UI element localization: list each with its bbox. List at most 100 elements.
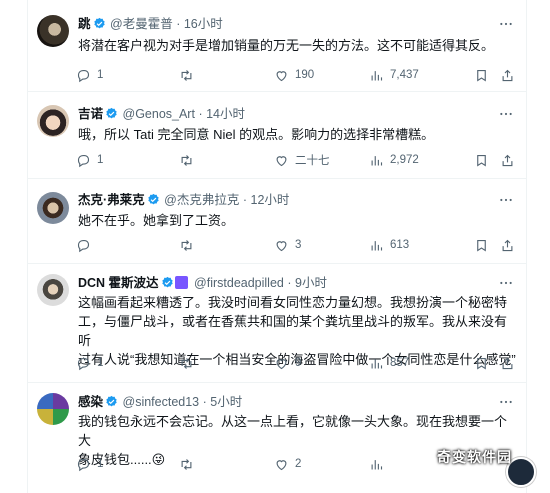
tweet[interactable]: 杰克·弗莱克 @杰克弗拉克 · 12小时 她不在乎。她拿到了工资。 3 613	[28, 179, 526, 264]
like-icon	[274, 356, 289, 371]
bookmark-icon	[474, 238, 489, 253]
tweet-text: 将潜在客户视为对手是增加销量的万无一失的方法。这不可能适得其反。	[78, 38, 495, 53]
author-name[interactable]: 跳	[78, 17, 91, 31]
retweet-button[interactable]	[179, 353, 200, 373]
view-count: 7,437	[390, 69, 419, 81]
verified-icon	[147, 193, 160, 206]
like-count: 2	[295, 458, 302, 470]
share-button[interactable]	[500, 235, 515, 255]
reply-icon	[76, 153, 91, 168]
retweet-button[interactable]	[179, 454, 200, 474]
tweet[interactable]: 吉诺 @Genos_Art · 14小时 哦，所以 Tati 完全同意 Niel…	[28, 92, 526, 179]
views-button[interactable]: 613	[369, 235, 409, 255]
tweet[interactable]: DCN 霍斯波达 @firstdeadpilled · 9小时 这幅画看起来糟透…	[28, 264, 526, 383]
bookmark-button[interactable]	[474, 65, 489, 85]
share-icon	[500, 153, 515, 168]
retweet-icon	[179, 457, 194, 472]
views-icon	[369, 457, 384, 472]
author-handle[interactable]: @Genos_Art	[123, 107, 195, 121]
views-button[interactable]: 857	[369, 353, 409, 373]
verified-icon	[105, 395, 118, 408]
reply-button[interactable]: 1	[76, 454, 103, 474]
views-button[interactable]: 7,437	[369, 65, 419, 85]
separator: ·	[202, 395, 207, 409]
views-button[interactable]: 2,972	[369, 150, 419, 170]
author-handle[interactable]: @杰克弗拉克	[164, 193, 239, 207]
reply-button[interactable]: 1	[76, 150, 103, 170]
retweet-button[interactable]	[179, 235, 200, 255]
more-icon[interactable]	[498, 275, 514, 291]
author-handle[interactable]: @sinfected13	[123, 395, 200, 409]
like-button[interactable]: 2	[274, 454, 301, 474]
tweet-header: DCN 霍斯波达 @firstdeadpilled · 9小时	[78, 275, 327, 291]
share-button[interactable]	[500, 65, 515, 85]
bookmark-button[interactable]	[474, 353, 489, 373]
affiliate-badge	[174, 276, 188, 289]
timestamp[interactable]: 12小时	[251, 193, 290, 207]
like-icon	[274, 153, 289, 168]
like-button[interactable]: 3	[274, 235, 301, 255]
verified-icon	[105, 107, 118, 120]
like-icon	[274, 68, 289, 83]
action-bar: 1 190 7,437	[72, 65, 518, 85]
views-button[interactable]	[369, 454, 384, 474]
bookmark-icon	[474, 356, 489, 371]
author-name[interactable]: 吉诺	[78, 107, 103, 121]
separator: ·	[198, 107, 203, 121]
action-bar: 3 613	[72, 235, 518, 255]
action-bar: 1 二十七 2,972	[72, 150, 518, 170]
retweet-icon	[179, 238, 194, 253]
bookmark-button[interactable]	[474, 150, 489, 170]
share-button[interactable]	[500, 353, 515, 373]
more-icon[interactable]	[498, 192, 514, 208]
more-icon[interactable]	[498, 394, 514, 410]
reply-button[interactable]: 1	[76, 65, 103, 85]
verified-icon	[93, 17, 106, 30]
view-count: 613	[390, 239, 410, 251]
reply-button[interactable]	[76, 235, 97, 255]
author-handle[interactable]: @老曼霍普	[110, 17, 173, 31]
avatar[interactable]	[37, 192, 69, 224]
tweet-text-line: 我的钱包永远不会忘记。从这一点上看，它就像一头大象。现在我想要一个大	[78, 414, 508, 448]
avatar[interactable]	[37, 393, 69, 425]
like-button[interactable]: 二十七	[274, 150, 330, 170]
retweet-button[interactable]	[179, 65, 200, 85]
avatar[interactable]	[37, 105, 69, 137]
author-name[interactable]: 感染	[78, 395, 103, 409]
share-button[interactable]	[500, 150, 515, 170]
author-name[interactable]: DCN 霍斯波达	[78, 276, 159, 290]
share-icon	[500, 356, 515, 371]
views-icon	[369, 68, 384, 83]
timestamp[interactable]: 5小时	[210, 395, 242, 409]
like-button[interactable]: 9	[274, 353, 301, 373]
bookmark-icon	[474, 68, 489, 83]
retweet-icon	[179, 68, 194, 83]
tweet[interactable]: 跳 @老曼霍普 · 16小时 将潜在客户视为对手是增加销量的万无一失的方法。这不…	[28, 0, 526, 92]
avatar[interactable]	[37, 15, 69, 47]
like-count: 3	[295, 239, 302, 251]
share-icon	[500, 68, 515, 83]
retweet-button[interactable]	[179, 150, 200, 170]
avatar[interactable]	[37, 274, 69, 306]
like-button[interactable]: 190	[274, 65, 314, 85]
author-handle[interactable]: @firstdeadpilled	[194, 276, 284, 290]
tweet[interactable]: 感染 @sinfected13 · 5小时 我的钱包永远不会忘记。从这一点上看，…	[28, 383, 526, 493]
timestamp[interactable]: 16小时	[184, 17, 223, 31]
tweet-text: 哦，所以 Tati 完全同意 Niel 的观点。影响力的选择非常槽糕。	[78, 127, 435, 142]
like-icon	[274, 457, 289, 472]
author-name[interactable]: 杰克·弗莱克	[78, 193, 145, 207]
timestamp[interactable]: 14小时	[206, 107, 245, 121]
tweet-header: 感染 @sinfected13 · 5小时	[78, 394, 242, 410]
like-count: 二十七	[295, 155, 330, 167]
timestamp[interactable]: 9小时	[295, 276, 327, 290]
bookmark-button[interactable]	[474, 235, 489, 255]
more-icon[interactable]	[498, 16, 514, 32]
reply-button[interactable]: 1	[76, 353, 103, 373]
more-icon[interactable]	[498, 106, 514, 122]
tweet-text-line: 这幅画看起来糟透了。我没时间看女同性恋力量幻想。我想扮演一个秘密特	[78, 295, 508, 310]
separator: ·	[242, 193, 248, 207]
tweet-text-line: 工，与僵尸战斗，或者在香蕉共和国的某个粪坑里战斗的叛军。我从来没有听	[78, 314, 508, 348]
views-icon	[369, 356, 384, 371]
views-icon	[369, 153, 384, 168]
like-icon	[274, 238, 289, 253]
